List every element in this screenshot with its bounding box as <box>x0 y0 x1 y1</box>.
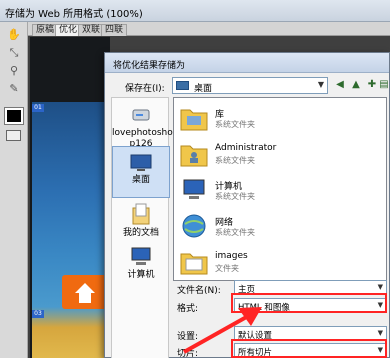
chevron-down-icon: ▼ <box>317 80 324 89</box>
computer-icon <box>183 179 205 199</box>
view-tabs: 原稿 优化 双联 四联 <box>28 22 390 36</box>
desktop-icon <box>176 81 189 90</box>
desktop-icon <box>130 154 152 171</box>
eyedropper-color-swatch[interactable] <box>4 107 24 125</box>
file-name: images <box>215 251 248 261</box>
view-menu-icon[interactable]: ▤ <box>377 78 390 92</box>
place-desktop[interactable]: 桌面 <box>112 146 170 198</box>
list-item[interactable]: 网络 系统文件夹 <box>177 210 377 244</box>
slices-highlight-box <box>231 339 387 358</box>
home-icon <box>62 275 108 309</box>
list-item[interactable]: images 文件夹 <box>177 246 377 280</box>
slice-badge: 03 <box>32 310 44 318</box>
save-in-label: 保存在(I): <box>125 84 165 94</box>
chevron-down-icon: ▼ <box>377 329 383 337</box>
user-folder-icon <box>180 145 208 167</box>
filename-label: 文件名(N): <box>177 286 221 296</box>
file-type: 系统文件夹 <box>215 192 255 201</box>
slice-badge: 01 <box>32 104 44 112</box>
window-title: 存储为 Web 所用格式 (100%) <box>5 9 143 20</box>
file-list[interactable]: 库 系统文件夹 Administrator 系统文件夹 计算机 系统文件夹 网络… <box>173 97 387 281</box>
tool-strip: ✋ ⤡ ⚲ ✎ <box>0 22 28 358</box>
zoom-icon[interactable]: ⚲ <box>5 64 23 77</box>
list-item[interactable]: 计算机 系统文件夹 <box>177 174 377 208</box>
place-computer[interactable]: lovephotosho p126 <box>112 106 173 150</box>
eyedropper-icon[interactable]: ✎ <box>5 82 23 95</box>
computer-drive-icon <box>132 109 150 121</box>
network-icon <box>182 214 206 238</box>
dialog-titlebar: 将优化结果存储为 <box>105 53 389 73</box>
chevron-down-icon: ▼ <box>377 283 383 291</box>
place-documents[interactable]: 我的文档 <box>112 202 170 239</box>
window-titlebar: 存储为 Web 所用格式 (100%) <box>0 0 390 22</box>
file-name: Administrator <box>215 143 277 153</box>
list-item[interactable]: 库 系统文件夹 <box>177 102 377 136</box>
save-in-value: 桌面 <box>194 84 213 94</box>
dialog-title: 将优化结果存储为 <box>113 61 186 71</box>
slices-label: 切片: <box>177 349 199 358</box>
list-item[interactable]: Administrator 系统文件夹 <box>177 138 377 172</box>
place-label: 桌面 <box>131 175 150 185</box>
file-type: 系统文件夹 <box>215 156 255 165</box>
format-label: 格式: <box>177 304 199 314</box>
file-type: 系统文件夹 <box>215 120 255 129</box>
settings-label: 设置: <box>177 332 199 342</box>
up-folder-icon[interactable]: ▲ <box>349 78 363 92</box>
place-label: 我的文档 <box>122 228 159 238</box>
slice-select-icon[interactable]: ⤡ <box>5 46 23 59</box>
place-computer-2[interactable]: 计算机 <box>112 246 170 281</box>
hand-icon[interactable]: ✋ <box>5 28 23 41</box>
library-folder-icon <box>180 109 208 131</box>
file-type: 系统文件夹 <box>215 228 255 237</box>
save-in-dropdown[interactable]: 桌面 ▼ <box>172 77 328 94</box>
places-bar: lovephotosho p126 桌面 我的文档 计算机 <box>111 97 173 358</box>
preview-image <box>32 102 108 358</box>
place-label: 计算机 <box>127 270 155 280</box>
folder-icon <box>180 253 208 275</box>
preview-canvas[interactable]: 01 03 <box>30 37 110 358</box>
back-icon[interactable]: ◀ <box>333 78 347 92</box>
file-type: 文件夹 <box>215 264 239 273</box>
preview-toggle-icon[interactable] <box>6 130 21 141</box>
documents-icon <box>132 203 150 225</box>
computer-icon <box>131 247 151 265</box>
format-highlight-box <box>231 293 387 313</box>
tab-4up[interactable]: 四联 <box>101 24 128 36</box>
